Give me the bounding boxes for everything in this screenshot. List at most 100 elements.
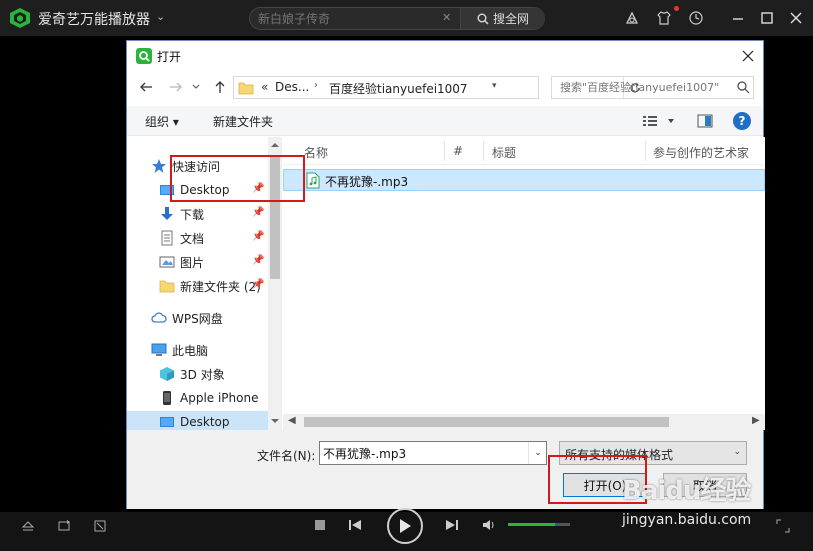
skin-icon[interactable]: [622, 8, 642, 28]
nav-item-pictures[interactable]: 图片 📌: [127, 251, 268, 273]
nav-item-documents[interactable]: 文档 📌: [127, 227, 268, 249]
file-list-pane: ^ 名称 # 标题 参与创作的艺术家 不再犹豫-.mp3: [283, 137, 765, 430]
chevron-down-icon[interactable]: ⌄: [156, 10, 165, 23]
column-header-track[interactable]: #: [453, 144, 463, 158]
maximize-icon[interactable]: [757, 8, 777, 28]
desktop-icon: [160, 417, 174, 427]
breadcrumb-item[interactable]: 百度经验tianyuefei1007: [329, 80, 468, 97]
baidu-jingyan-watermark: Baidu经验: [622, 476, 751, 506]
column-header-title[interactable]: 标题: [492, 144, 516, 161]
view-options-icon[interactable]: [642, 113, 682, 129]
dialog-close-icon[interactable]: [735, 44, 761, 68]
previous-icon[interactable]: [346, 516, 364, 534]
breadcrumb-item[interactable]: Des...: [275, 80, 309, 94]
breadcrumb-separator-icon[interactable]: ›: [314, 80, 318, 91]
column-headers: ^ 名称 # 标题 参与创作的艺术家: [283, 137, 765, 165]
address-bar[interactable]: « Des... › 百度经验tianyuefei1007 ▾: [233, 76, 640, 99]
pin-icon: 📌: [252, 255, 265, 266]
picture-icon: [159, 256, 175, 268]
folder-search-input[interactable]: [552, 77, 732, 98]
iqiyi-logo-icon: [10, 8, 30, 28]
dialog-title-bar: 打开: [127, 41, 763, 71]
help-icon[interactable]: ?: [733, 112, 751, 130]
nav-item-label: WPS网盘: [172, 311, 223, 326]
history-clock-icon[interactable]: [686, 8, 706, 28]
file-list-horizontal-scrollbar[interactable]: ◀ ▶: [283, 414, 765, 430]
chevron-down-icon: ⌄: [733, 447, 741, 457]
forward-arrow-icon[interactable]: [167, 78, 185, 96]
search-all-label: 搜全网: [492, 12, 529, 26]
player-search-box: ✕ 搜全网: [249, 7, 545, 30]
nav-item-label: Apple iPhone: [180, 391, 259, 405]
address-dropdown-icon[interactable]: ▾: [492, 81, 497, 91]
nav-item-downloads[interactable]: 下载 📌: [127, 203, 268, 225]
clear-icon[interactable]: ✕: [442, 11, 451, 24]
new-folder-button[interactable]: 新建文件夹: [213, 113, 273, 130]
command-bar: 组织 ▾ 新建文件夹 ?: [127, 106, 763, 136]
volume-icon[interactable]: [480, 516, 498, 534]
player-title-bar: 爱奇艺万能播放器 ⌄ ✕ 搜全网: [0, 0, 813, 36]
nav-item-desktop-pc[interactable]: Desktop: [127, 411, 268, 430]
folder-icon: [238, 82, 254, 95]
up-arrow-icon[interactable]: [211, 78, 229, 96]
screenshot-icon[interactable]: [92, 518, 108, 534]
filename-combobox: ⌄: [319, 441, 547, 465]
download-icon: [161, 207, 173, 220]
filename-input[interactable]: [323, 444, 523, 462]
play-icon: [400, 519, 411, 533]
nav-item-new-folder[interactable]: 新建文件夹 (2) 📌: [127, 275, 268, 297]
volume-slider[interactable]: [508, 523, 570, 526]
column-divider[interactable]: [483, 141, 484, 161]
cloud-icon: [151, 312, 167, 323]
highlight-annotation-file: [170, 155, 305, 202]
iqiyi-app-icon: [136, 48, 152, 64]
app-title[interactable]: 爱奇艺万能播放器: [38, 9, 150, 29]
stop-icon[interactable]: [311, 516, 329, 534]
pin-icon: 📌: [252, 207, 265, 218]
search-icon[interactable]: [736, 80, 750, 94]
back-arrow-icon[interactable]: [137, 78, 155, 96]
minimize-icon[interactable]: [728, 8, 748, 28]
player-search-input[interactable]: [258, 9, 448, 29]
address-row: « Des... › 百度经验tianyuefei1007 ▾: [127, 71, 763, 104]
loop-icon[interactable]: [56, 518, 72, 534]
file-name: 不再犹豫-.mp3: [325, 175, 409, 189]
play-button[interactable]: [387, 508, 423, 544]
nav-item-label: 图片: [180, 255, 205, 270]
tshirt-icon[interactable]: [654, 8, 674, 28]
column-divider[interactable]: [645, 141, 646, 161]
filename-dropdown-icon[interactable]: ⌄: [528, 442, 547, 464]
breadcrumb-overflow[interactable]: «: [261, 80, 268, 94]
search-all-button[interactable]: 搜全网: [460, 8, 545, 29]
nav-item-3d-objects[interactable]: 3D 对象: [127, 363, 268, 385]
star-icon: [152, 159, 166, 173]
next-icon[interactable]: [443, 516, 461, 534]
fullscreen-icon[interactable]: [775, 518, 791, 534]
preview-pane-icon[interactable]: [697, 113, 713, 129]
folder-search-box: [551, 76, 754, 99]
nav-item-label: 此电脑: [172, 343, 209, 358]
scrollbar-thumb[interactable]: [304, 417, 669, 427]
sort-ascending-icon: ^: [367, 137, 375, 144]
filename-label: 文件名(N):: [257, 449, 316, 463]
column-header-name[interactable]: 名称: [304, 144, 328, 161]
column-divider[interactable]: [444, 141, 445, 161]
nav-item-apple-iphone[interactable]: Apple iPhone: [127, 387, 268, 409]
scroll-right-icon[interactable]: ▶: [752, 415, 760, 426]
recent-locations-chevron-icon[interactable]: [191, 78, 201, 96]
close-icon[interactable]: [786, 8, 806, 28]
nav-item-label: 文档: [180, 231, 205, 246]
document-icon: [161, 230, 173, 246]
scroll-up-icon[interactable]: [268, 139, 282, 151]
organize-button[interactable]: 组织 ▾: [145, 113, 179, 130]
folder-icon: [159, 280, 175, 293]
column-header-artists[interactable]: 参与创作的艺术家: [653, 144, 749, 161]
eject-icon[interactable]: [20, 518, 36, 534]
scroll-down-icon[interactable]: [268, 415, 282, 427]
nav-item-this-pc[interactable]: 此电脑: [127, 339, 268, 361]
scroll-left-icon[interactable]: ◀: [288, 415, 296, 426]
nav-item-label: 新建文件夹 (2): [180, 279, 261, 294]
nav-item-wps-cloud[interactable]: WPS网盘: [127, 307, 268, 329]
file-row[interactable]: 不再犹豫-.mp3: [283, 169, 765, 191]
open-file-dialog: 打开 « Des... › 百度经验tianyuefei1007 ▾ 搜索"百度…: [126, 40, 765, 509]
